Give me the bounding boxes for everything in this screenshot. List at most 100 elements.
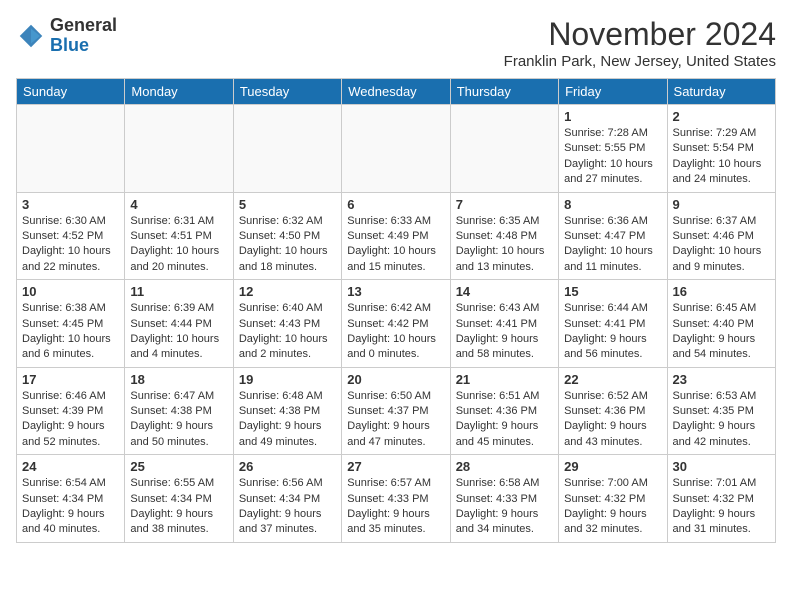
calendar-cell: 5 Sunrise: 6:32 AM Sunset: 4:50 PM Daylig… <box>233 192 341 280</box>
calendar-cell <box>125 105 233 193</box>
day-info: Sunrise: 6:35 AM Sunset: 4:48 PM Dayligh… <box>456 214 553 276</box>
title-area: November 2024 Franklin Park, New Jersey,… <box>504 16 776 70</box>
day-info: Sunrise: 6:47 AM Sunset: 4:38 PM Dayligh… <box>130 389 227 451</box>
day-number: 12 <box>239 284 336 299</box>
day-info: Sunrise: 6:48 AM Sunset: 4:38 PM Dayligh… <box>239 389 336 451</box>
day-info: Sunrise: 6:52 AM Sunset: 4:36 PM Dayligh… <box>564 389 661 451</box>
calendar-cell: 15 Sunrise: 6:44 AM Sunset: 4:41 PM Dayli… <box>559 280 667 368</box>
day-info: Sunrise: 6:54 AM Sunset: 4:34 PM Dayligh… <box>22 476 119 538</box>
logo: General Blue <box>16 16 117 56</box>
calendar-cell: 29 Sunrise: 7:00 AM Sunset: 4:32 PM Dayli… <box>559 455 667 543</box>
calendar-cell: 23Sunrise: 6:53 AM Sunset: 4:35 PM Dayli… <box>667 367 775 455</box>
calendar-cell: 26 Sunrise: 6:56 AM Sunset: 4:34 PM Dayli… <box>233 455 341 543</box>
calendar-cell: 8Sunrise: 6:36 AM Sunset: 4:47 PM Daylig… <box>559 192 667 280</box>
day-number: 18 <box>130 372 227 387</box>
calendar-cell: 20 Sunrise: 6:50 AM Sunset: 4:37 PM Dayli… <box>342 367 450 455</box>
day-number: 16 <box>673 284 770 299</box>
day-number: 29 <box>564 459 661 474</box>
calendar-cell <box>233 105 341 193</box>
calendar-day-header: Thursday <box>450 79 558 105</box>
calendar-cell: 21 Sunrise: 6:51 AM Sunset: 4:36 PM Dayli… <box>450 367 558 455</box>
calendar-cell: 13 Sunrise: 6:42 AM Sunset: 4:42 PM Dayli… <box>342 280 450 368</box>
day-number: 14 <box>456 284 553 299</box>
day-number: 25 <box>130 459 227 474</box>
day-number: 28 <box>456 459 553 474</box>
calendar-cell <box>342 105 450 193</box>
calendar-cell: 3 Sunrise: 6:30 AM Sunset: 4:52 PM Daylig… <box>17 192 125 280</box>
calendar-week-row: 10 Sunrise: 6:38 AM Sunset: 4:45 PM Dayli… <box>17 280 776 368</box>
calendar-cell: 2 Sunrise: 7:29 AM Sunset: 5:54 PM Daylig… <box>667 105 775 193</box>
logo-text: General Blue <box>50 16 117 56</box>
day-info: Sunrise: 6:33 AM Sunset: 4:49 PM Dayligh… <box>347 214 444 276</box>
day-number: 21 <box>456 372 553 387</box>
day-number: 27 <box>347 459 444 474</box>
day-info: Sunrise: 6:43 AM Sunset: 4:41 PM Dayligh… <box>456 301 553 363</box>
day-info: Sunrise: 6:56 AM Sunset: 4:34 PM Dayligh… <box>239 476 336 538</box>
day-number: 4 <box>130 197 227 212</box>
calendar-header-row: SundayMondayTuesdayWednesdayThursdayFrid… <box>17 79 776 105</box>
day-number: 10 <box>22 284 119 299</box>
calendar-day-header: Wednesday <box>342 79 450 105</box>
calendar-day-header: Sunday <box>17 79 125 105</box>
calendar-cell: 19 Sunrise: 6:48 AM Sunset: 4:38 PM Dayli… <box>233 367 341 455</box>
day-number: 11 <box>130 284 227 299</box>
day-info: Sunrise: 6:30 AM Sunset: 4:52 PM Dayligh… <box>22 214 119 276</box>
day-info: Sunrise: 6:39 AM Sunset: 4:44 PM Dayligh… <box>130 301 227 363</box>
calendar-cell: 28Sunrise: 6:58 AM Sunset: 4:33 PM Dayli… <box>450 455 558 543</box>
month-title: November 2024 <box>504 16 776 53</box>
day-info: Sunrise: 6:53 AM Sunset: 4:35 PM Dayligh… <box>673 389 770 451</box>
day-info: Sunrise: 6:38 AM Sunset: 4:45 PM Dayligh… <box>22 301 119 363</box>
calendar-table: SundayMondayTuesdayWednesdayThursdayFrid… <box>16 78 776 543</box>
day-info: Sunrise: 6:42 AM Sunset: 4:42 PM Dayligh… <box>347 301 444 363</box>
calendar-cell <box>450 105 558 193</box>
day-number: 6 <box>347 197 444 212</box>
calendar-cell: 11 Sunrise: 6:39 AM Sunset: 4:44 PM Dayli… <box>125 280 233 368</box>
calendar-day-header: Monday <box>125 79 233 105</box>
calendar-cell: 14 Sunrise: 6:43 AM Sunset: 4:41 PM Dayli… <box>450 280 558 368</box>
day-info: Sunrise: 6:50 AM Sunset: 4:37 PM Dayligh… <box>347 389 444 451</box>
calendar-cell: 4 Sunrise: 6:31 AM Sunset: 4:51 PM Daylig… <box>125 192 233 280</box>
calendar-week-row: 17 Sunrise: 6:46 AM Sunset: 4:39 PM Dayli… <box>17 367 776 455</box>
day-number: 17 <box>22 372 119 387</box>
day-info: Sunrise: 7:01 AM Sunset: 4:32 PM Dayligh… <box>673 476 770 538</box>
day-number: 5 <box>239 197 336 212</box>
calendar-cell: 17 Sunrise: 6:46 AM Sunset: 4:39 PM Dayli… <box>17 367 125 455</box>
page-header: General Blue November 2024 Franklin Park… <box>16 16 776 70</box>
day-info: Sunrise: 7:29 AM Sunset: 5:54 PM Dayligh… <box>673 126 770 188</box>
day-number: 8 <box>564 197 661 212</box>
calendar-cell: 1 Sunrise: 7:28 AM Sunset: 5:55 PM Daylig… <box>559 105 667 193</box>
day-number: 20 <box>347 372 444 387</box>
day-info: Sunrise: 6:51 AM Sunset: 4:36 PM Dayligh… <box>456 389 553 451</box>
day-info: Sunrise: 6:45 AM Sunset: 4:40 PM Dayligh… <box>673 301 770 363</box>
day-info: Sunrise: 6:32 AM Sunset: 4:50 PM Dayligh… <box>239 214 336 276</box>
calendar-cell: 25Sunrise: 6:55 AM Sunset: 4:34 PM Dayli… <box>125 455 233 543</box>
day-number: 2 <box>673 109 770 124</box>
calendar-day-header: Tuesday <box>233 79 341 105</box>
location-title: Franklin Park, New Jersey, United States <box>504 53 776 70</box>
day-number: 1 <box>564 109 661 124</box>
calendar-day-header: Friday <box>559 79 667 105</box>
logo-icon <box>16 21 46 51</box>
day-info: Sunrise: 6:37 AM Sunset: 4:46 PM Dayligh… <box>673 214 770 276</box>
day-number: 7 <box>456 197 553 212</box>
day-number: 15 <box>564 284 661 299</box>
calendar-cell: 24 Sunrise: 6:54 AM Sunset: 4:34 PM Dayli… <box>17 455 125 543</box>
calendar-cell: 12Sunrise: 6:40 AM Sunset: 4:43 PM Dayli… <box>233 280 341 368</box>
calendar-cell: 10 Sunrise: 6:38 AM Sunset: 4:45 PM Dayli… <box>17 280 125 368</box>
calendar-week-row: 1 Sunrise: 7:28 AM Sunset: 5:55 PM Daylig… <box>17 105 776 193</box>
day-info: Sunrise: 6:44 AM Sunset: 4:41 PM Dayligh… <box>564 301 661 363</box>
calendar-cell: 16 Sunrise: 6:45 AM Sunset: 4:40 PM Dayli… <box>667 280 775 368</box>
day-info: Sunrise: 7:28 AM Sunset: 5:55 PM Dayligh… <box>564 126 661 188</box>
day-number: 24 <box>22 459 119 474</box>
day-info: Sunrise: 7:00 AM Sunset: 4:32 PM Dayligh… <box>564 476 661 538</box>
day-number: 3 <box>22 197 119 212</box>
calendar-cell: 27Sunrise: 6:57 AM Sunset: 4:33 PM Dayli… <box>342 455 450 543</box>
day-number: 9 <box>673 197 770 212</box>
day-info: Sunrise: 6:46 AM Sunset: 4:39 PM Dayligh… <box>22 389 119 451</box>
day-number: 13 <box>347 284 444 299</box>
day-info: Sunrise: 6:31 AM Sunset: 4:51 PM Dayligh… <box>130 214 227 276</box>
day-number: 19 <box>239 372 336 387</box>
day-number: 26 <box>239 459 336 474</box>
calendar-cell: 18 Sunrise: 6:47 AM Sunset: 4:38 PM Dayli… <box>125 367 233 455</box>
calendar-cell: 7 Sunrise: 6:35 AM Sunset: 4:48 PM Daylig… <box>450 192 558 280</box>
